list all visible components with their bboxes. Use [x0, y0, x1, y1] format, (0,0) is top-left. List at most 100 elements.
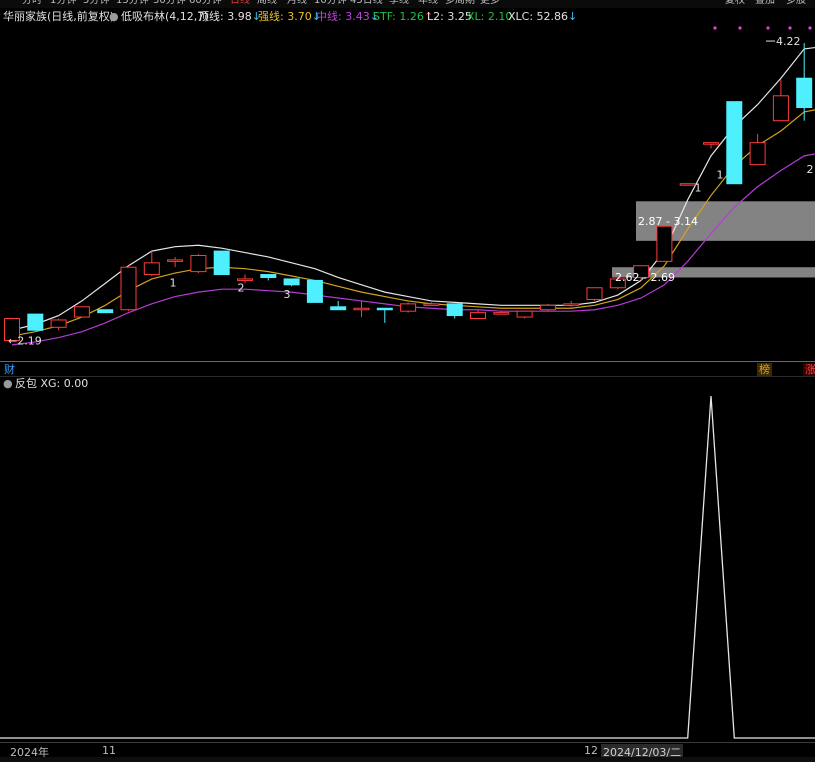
toolbar-button-2[interactable]: 多股 — [786, 0, 806, 6]
candle — [772, 79, 789, 122]
candle-body — [656, 225, 673, 262]
info-tags: 财 榜 涨 — [0, 363, 815, 377]
indicator-value-5: XL: 2.10 — [467, 10, 513, 23]
timeframe-11[interactable]: 季线 — [389, 0, 409, 6]
stock-name-period: 华丽家族(日线,前复权) — [3, 10, 115, 23]
candle — [586, 287, 603, 301]
candle — [470, 309, 486, 320]
timeframe-14[interactable]: 更多 — [480, 0, 500, 6]
candle-body — [470, 312, 486, 320]
indicator-value-6: XLC: 52.86↓ — [508, 10, 578, 23]
candle-body — [27, 313, 44, 331]
x-axis: 2024年 11 12 2024/12/03/二 — [0, 742, 815, 760]
candle-body — [772, 95, 789, 122]
x-label-dec: 12 — [584, 744, 598, 757]
candle — [213, 250, 230, 276]
candle — [376, 307, 393, 323]
low-price-label: ←2.19 — [8, 334, 42, 347]
indicator-value-1: 强线: 3.70↓ — [258, 10, 321, 23]
indicator-value-3: STF: 1.26↑ — [373, 10, 434, 23]
candle — [539, 303, 556, 312]
candle — [679, 183, 696, 186]
candle — [749, 133, 766, 166]
candle-body — [283, 278, 300, 286]
timeframe-10[interactable]: 45日线 — [350, 0, 383, 6]
signal-dot — [808, 26, 812, 30]
candle — [120, 265, 137, 312]
sub-settings-icon[interactable]: ● — [3, 377, 13, 391]
zone-lower-label: 2.62 - 2.69 — [615, 271, 675, 284]
bottom-tabs-strip — [0, 757, 815, 762]
timeframe-9[interactable]: 10分钟 — [314, 0, 347, 6]
wave-mark-1: 2 — [238, 281, 245, 294]
candle-body — [330, 306, 347, 311]
timeframe-3[interactable]: 15分钟 — [116, 0, 149, 6]
candle-body — [167, 259, 184, 262]
wave-mark-4: 1 — [717, 169, 724, 182]
candle — [726, 101, 743, 185]
wave-mark-0: 1 — [170, 277, 177, 290]
candle — [656, 225, 673, 262]
candle-body — [50, 319, 67, 328]
candle-body — [237, 278, 253, 281]
candle — [260, 274, 277, 281]
toolbar-button-1[interactable]: 叠加 — [755, 0, 775, 6]
candle-body — [73, 306, 90, 318]
signal-dot — [738, 26, 742, 30]
candle-body — [213, 250, 230, 276]
timeframe-toolbar: 分时 1分钟 5分钟 15分钟 30分钟 60分钟 日线 周线 月线 10分钟 45日线 季线 年线 多周… — [0, 0, 815, 8]
candle — [330, 300, 347, 311]
candle-body — [306, 279, 323, 303]
timeframe-1[interactable]: 1分钟 — [50, 0, 76, 6]
candle-body — [493, 312, 510, 315]
candle-body — [446, 303, 463, 317]
candle — [190, 254, 207, 274]
candle — [27, 313, 44, 331]
ranking-tag[interactable]: 榜 — [757, 363, 772, 377]
candlestick-chart[interactable]: ←2.19 4.22 2.87 - 3.14 2.62 - 2.69 1 2 3 1 1 2 — [0, 24, 815, 361]
candle-body — [97, 309, 114, 314]
zone-upper-label: 2.87 - 3.14 — [638, 215, 698, 228]
timeframe-0[interactable]: 分时 — [22, 0, 42, 6]
candle — [703, 142, 719, 149]
timeframe-13[interactable]: 多周期 — [445, 0, 475, 6]
toolbar-button-0[interactable]: 复权 — [725, 0, 745, 6]
sub-indicator-chart[interactable] — [0, 391, 815, 741]
panel-divider — [0, 361, 815, 362]
candle — [353, 300, 370, 318]
candle-body — [703, 142, 719, 145]
candle-body — [796, 77, 813, 109]
sub-indicator-label[interactable]: 反包 XG: 0.00 — [15, 377, 88, 391]
trend-arrow-icon: ↓ — [568, 10, 578, 23]
signal-dot — [766, 26, 770, 30]
finance-tag[interactable]: 财 — [4, 363, 15, 377]
limit-up-tag[interactable]: 涨 — [803, 363, 815, 377]
candle-body — [400, 303, 417, 312]
timeframe-6[interactable]: 日线 — [230, 0, 250, 6]
timeframe-8[interactable]: 月线 — [287, 0, 307, 6]
indicator-name[interactable]: 低吸布林(4,12,7) — [121, 9, 209, 25]
main-indicator-legend: 华丽家族(日线,前复权) ● 低吸布林(4,12,7) 顶线: 3.98↓ 强线:… — [0, 9, 815, 25]
timeframe-2[interactable]: 5分钟 — [83, 0, 109, 6]
wave-mark-2: 3 — [284, 288, 291, 301]
wave-mark-5: 2 — [807, 163, 814, 176]
candle — [50, 318, 67, 331]
candle-body — [726, 101, 743, 185]
wave-mark-3: 1 — [695, 182, 702, 195]
candle-body — [353, 307, 370, 311]
candle-body — [563, 303, 580, 306]
timeframe-12[interactable]: 年线 — [418, 0, 438, 6]
candle — [167, 256, 184, 268]
timeframe-5[interactable]: 60分钟 — [189, 0, 222, 6]
x-label-nov: 11 — [102, 744, 116, 757]
settings-icon[interactable]: ● — [109, 9, 119, 25]
candle-body — [260, 274, 277, 278]
band-line-2 — [11, 153, 815, 346]
candle-body — [516, 310, 533, 318]
candle — [283, 278, 300, 287]
timeframe-7[interactable]: 周线 — [257, 0, 277, 6]
candle — [73, 306, 90, 318]
high-price-label: 4.22 — [776, 35, 801, 48]
timeframe-4[interactable]: 30分钟 — [153, 0, 186, 6]
signal-dot — [788, 26, 792, 30]
